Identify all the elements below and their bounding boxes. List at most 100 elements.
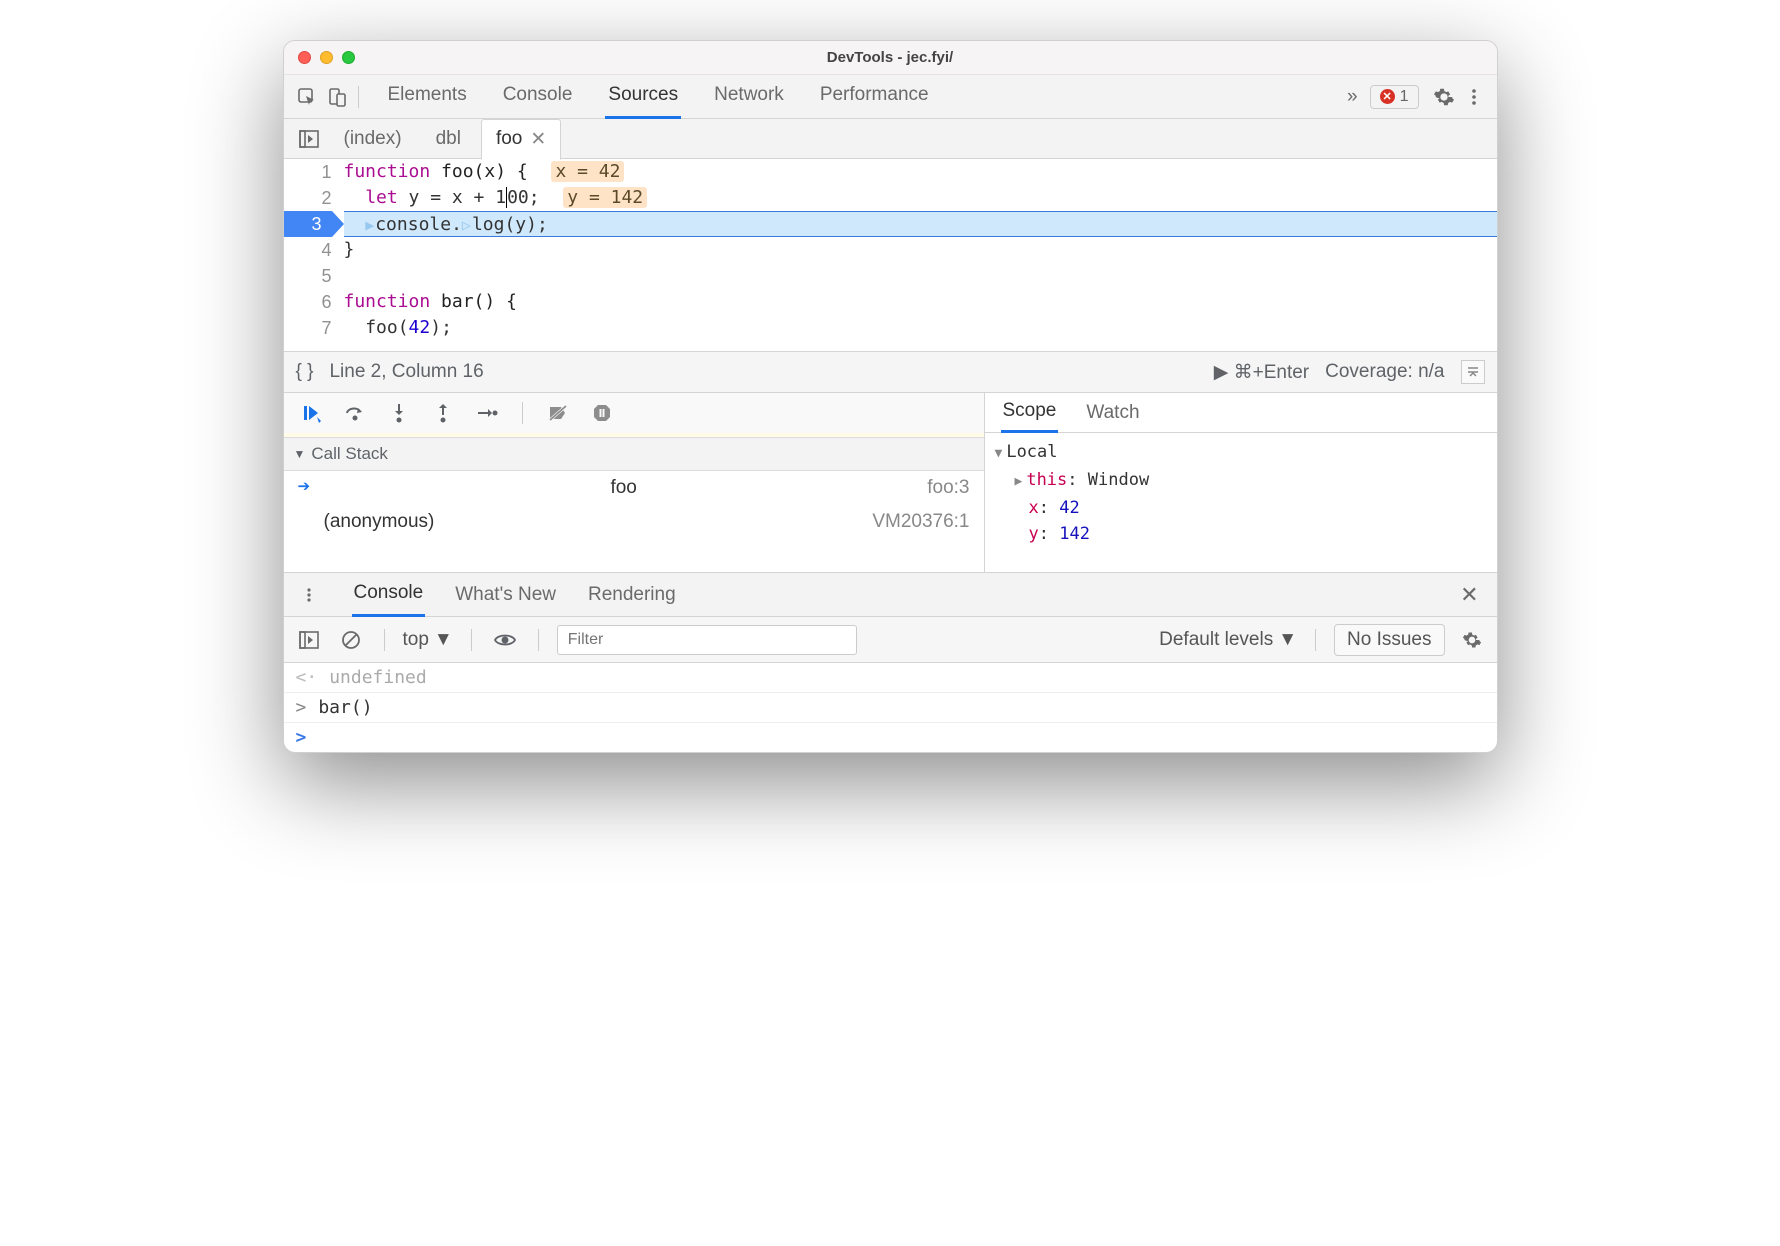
file-tab-index[interactable]: (index)	[330, 120, 416, 158]
file-tab-label: foo	[496, 128, 522, 150]
line-number[interactable]: 2	[284, 185, 332, 211]
scope-key: y	[1029, 524, 1039, 544]
console-text: bar()	[318, 697, 372, 718]
error-count-pill[interactable]: ✕ 1	[1370, 85, 1419, 109]
line-number[interactable]: 6	[284, 289, 332, 315]
file-tab-bar: (index) dbl foo ✕	[284, 119, 1497, 159]
call-stack-title: Call Stack	[311, 444, 388, 464]
step-out-icon[interactable]	[428, 398, 458, 428]
inline-value-hint: x = 42	[551, 161, 624, 182]
drawer-tab-console[interactable]: Console	[352, 572, 426, 617]
tab-sources[interactable]: Sources	[605, 74, 681, 119]
current-exec-line: ▶console.▷log(y);	[344, 211, 1497, 237]
call-stack-frame[interactable]: foo foo:3	[284, 471, 984, 505]
device-toggle-icon[interactable]	[322, 82, 352, 112]
drawer-tab-whatsnew[interactable]: What's New	[453, 574, 558, 616]
devtools-window: DevTools - jec.fyi/ Elements Console Sou…	[283, 40, 1498, 753]
breakpoint-marker[interactable]: 3	[284, 211, 332, 237]
close-tab-icon[interactable]: ✕	[530, 128, 546, 151]
pause-on-exceptions-icon[interactable]	[587, 398, 617, 428]
disclosure-triangle-icon[interactable]: ▶	[1015, 474, 1023, 489]
console-input-line: > bar()	[284, 693, 1497, 723]
console-text: undefined	[329, 667, 427, 688]
frame-name: foo	[610, 477, 636, 499]
scope-tree[interactable]: ▼Local ▶this: Window x: 42 y: 142	[985, 433, 1497, 553]
coverage-status: Coverage: n/a	[1325, 361, 1444, 383]
inspect-element-icon[interactable]	[292, 82, 322, 112]
code-editor[interactable]: 1 2 3 4 5 6 7 function foo(x) { x = 42 l…	[284, 159, 1497, 351]
error-count: 1	[1400, 88, 1409, 106]
console-result-line: <· undefined	[284, 663, 1497, 693]
log-levels-selector[interactable]: Default levels ▼	[1159, 629, 1297, 651]
kebab-menu-icon[interactable]	[1459, 82, 1489, 112]
show-navigator-icon[interactable]	[294, 124, 324, 154]
chevron-down-icon: ▼	[1278, 629, 1297, 651]
tab-network[interactable]: Network	[711, 74, 787, 119]
scope-key: x	[1029, 498, 1039, 518]
scope-key: this	[1026, 470, 1067, 490]
tab-performance[interactable]: Performance	[817, 74, 932, 119]
drawer-menu-icon[interactable]	[294, 580, 324, 610]
run-snippet-hint[interactable]: ▶︎ ⌘+Enter	[1214, 361, 1309, 384]
inline-value-hint: y = 142	[563, 187, 647, 208]
console-prompt[interactable]: >	[284, 723, 1497, 752]
disclosure-triangle-icon: ▼	[294, 447, 306, 461]
close-drawer-icon[interactable]: ✕	[1452, 582, 1486, 608]
clear-console-icon[interactable]	[336, 625, 366, 655]
input-prompt-icon: >	[296, 727, 307, 748]
console-output[interactable]: <· undefined > bar() >	[284, 663, 1497, 752]
step-icon[interactable]	[472, 398, 502, 428]
call-stack-header[interactable]: ▼ Call Stack	[284, 437, 984, 471]
debugger-pane: ▼ Call Stack foo foo:3 (anonymous) VM203…	[284, 393, 1497, 573]
step-into-icon[interactable]	[384, 398, 414, 428]
window-title: DevTools - jec.fyi/	[284, 49, 1497, 66]
scope-local-label: Local	[1006, 442, 1057, 462]
disclosure-triangle-icon[interactable]: ▼	[995, 446, 1003, 461]
code-lines[interactable]: function foo(x) { x = 42 let y = x + 100…	[344, 159, 1497, 351]
step-over-icon[interactable]	[340, 398, 370, 428]
tab-console[interactable]: Console	[500, 74, 576, 119]
pretty-print-icon[interactable]: { }	[296, 361, 314, 383]
issues-button[interactable]: No Issues	[1334, 624, 1444, 656]
frame-name: (anonymous)	[298, 511, 435, 533]
debugger-toolbar	[284, 393, 984, 437]
error-dot-icon: ✕	[1380, 89, 1395, 104]
file-tab-dbl[interactable]: dbl	[422, 120, 475, 158]
tab-elements[interactable]: Elements	[385, 74, 470, 119]
line-number[interactable]: 5	[284, 263, 332, 289]
scope-value: 42	[1059, 498, 1079, 518]
step-marker-icon: ▶	[365, 216, 374, 234]
console-filter-input[interactable]	[557, 625, 857, 655]
more-tabs-icon[interactable]: »	[1347, 86, 1358, 108]
frame-location: foo:3	[927, 477, 969, 499]
cursor-position: Line 2, Column 16	[329, 361, 483, 383]
console-settings-icon[interactable]	[1457, 625, 1487, 655]
frame-location: VM20376:1	[872, 511, 969, 533]
resume-script-icon[interactable]	[296, 398, 326, 428]
call-stack-frame[interactable]: (anonymous) VM20376:1	[284, 505, 984, 539]
tab-scope[interactable]: Scope	[1001, 393, 1059, 433]
line-number[interactable]: 1	[284, 159, 332, 185]
line-number[interactable]: 7	[284, 315, 332, 341]
tab-watch[interactable]: Watch	[1084, 394, 1141, 432]
deactivate-breakpoints-icon[interactable]	[543, 398, 573, 428]
file-tab-foo[interactable]: foo ✕	[481, 119, 561, 160]
settings-icon[interactable]	[1429, 82, 1459, 112]
context-selector[interactable]: top ▼	[403, 629, 453, 651]
drawer-tab-rendering[interactable]: Rendering	[586, 574, 678, 616]
line-gutter[interactable]: 1 2 3 4 5 6 7	[284, 159, 344, 351]
console-sidebar-icon[interactable]	[294, 625, 324, 655]
step-marker-icon: ▷	[462, 216, 471, 234]
console-toolbar: top ▼ Default levels ▼ No Issues	[284, 617, 1497, 663]
drawer-tabs: Console What's New Rendering ✕	[284, 573, 1497, 617]
chevron-down-icon: ▼	[434, 629, 453, 651]
result-prompt-icon: <·	[296, 667, 318, 688]
main-panel-tabs: Elements Console Sources Network Perform…	[284, 75, 1497, 119]
sidebar-toggle-icon[interactable]	[1461, 360, 1485, 384]
live-expression-icon[interactable]	[490, 625, 520, 655]
titlebar: DevTools - jec.fyi/	[284, 41, 1497, 75]
scope-value: 142	[1059, 524, 1090, 544]
editor-status-bar: { } Line 2, Column 16 ▶︎ ⌘+Enter Coverag…	[284, 351, 1497, 393]
scope-value: Window	[1088, 470, 1149, 490]
line-number[interactable]: 4	[284, 237, 332, 263]
